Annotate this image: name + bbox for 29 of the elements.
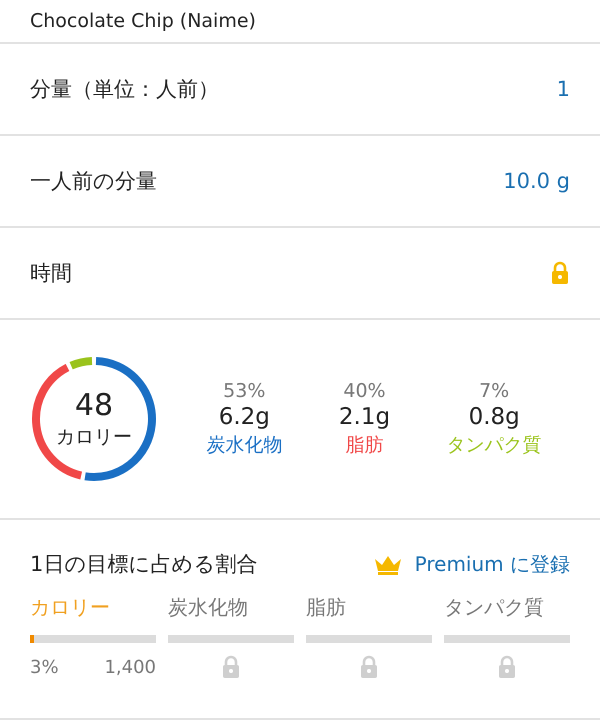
goals-title: 1日の目標に占める割合	[30, 551, 258, 578]
macro-amount: 0.8g	[468, 404, 520, 430]
goal-label: 炭水化物	[168, 594, 249, 621]
macro-name: タンパク質	[446, 433, 542, 458]
goal-label: 脂肪	[306, 594, 347, 621]
goal-label: タンパク質	[444, 594, 545, 621]
macro-percent: 53%	[223, 380, 266, 402]
row-label: 分量（単位：人前）	[30, 76, 219, 103]
macro-name: 炭水化物	[206, 433, 282, 458]
goal-label: カロリー	[30, 594, 111, 621]
row-label: 一人前の分量	[30, 168, 157, 195]
goal-target: 1,400	[104, 657, 156, 678]
macro-name: 脂肪	[345, 433, 384, 458]
row-value[interactable]: 10.0 g	[503, 169, 570, 193]
row-label: 時間	[30, 260, 72, 287]
macro-percent: 40%	[343, 380, 386, 402]
calorie-count: 48	[74, 388, 114, 424]
macro-amount: 2.1g	[338, 404, 390, 430]
lock-icon	[359, 655, 379, 679]
lock-icon	[221, 655, 241, 679]
lock-icon	[497, 655, 517, 679]
macro-amount: 6.2g	[218, 404, 270, 430]
macro-percent: 7%	[479, 380, 510, 402]
food-title: Chocolate Chip (Naime)	[30, 10, 256, 32]
premium-link[interactable]: Premium に登録	[372, 550, 570, 578]
row-value[interactable]: 1	[556, 77, 570, 101]
calorie-label: カロリー	[56, 425, 132, 450]
lock-icon	[550, 261, 570, 285]
goal-percent: 3%	[30, 657, 59, 678]
